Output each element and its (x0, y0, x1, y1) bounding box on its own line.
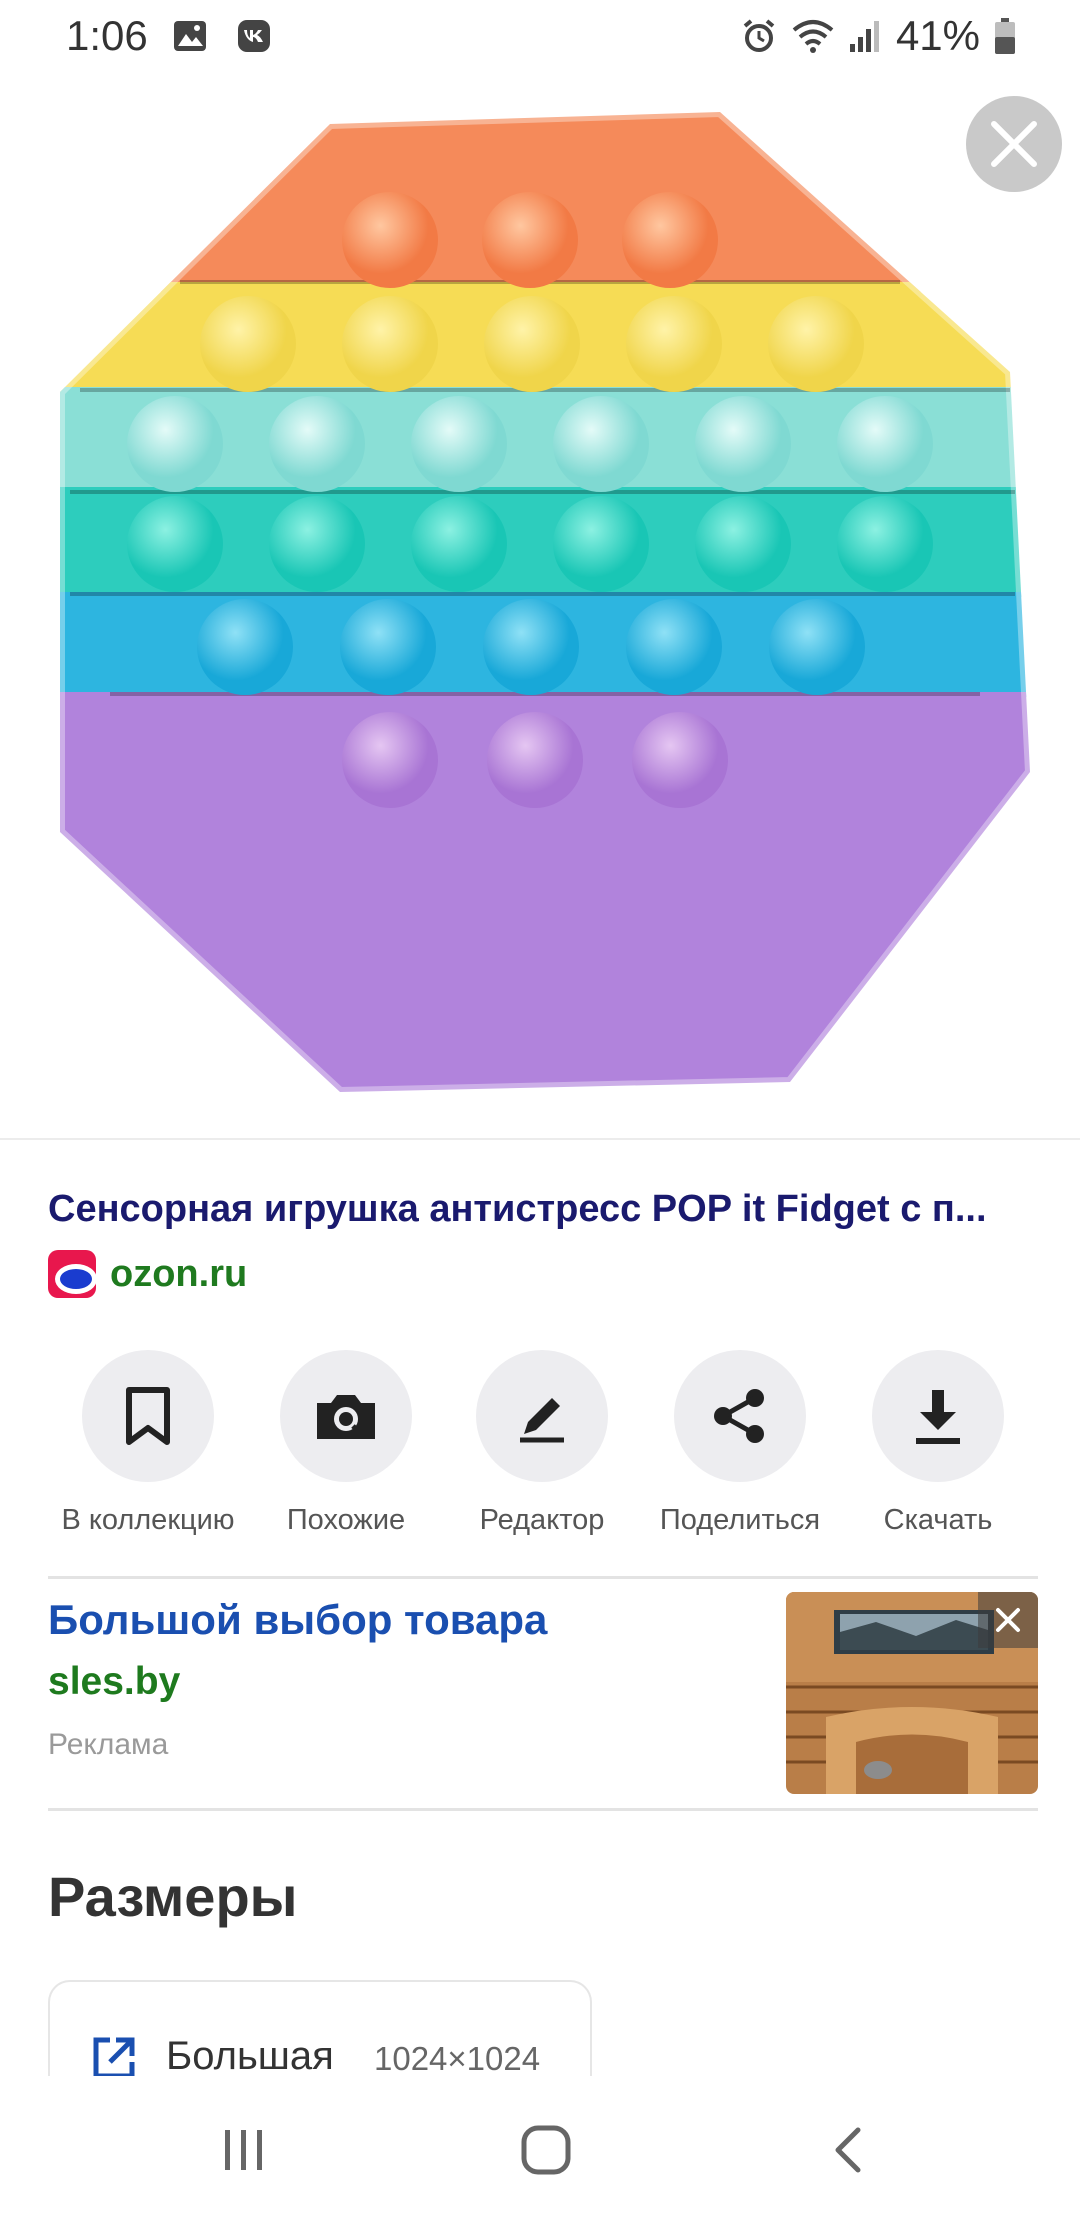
image-preview[interactable] (0, 72, 1080, 1138)
add-to-collection-button[interactable]: В коллекцию (48, 1350, 248, 1537)
signal-icon (849, 21, 879, 52)
result-title-link[interactable]: Сенсорная игрушка антистресс POP it Fidg… (48, 1188, 1038, 1231)
alarm-icon (743, 19, 775, 52)
ad-domain-link[interactable]: sles.by (48, 1660, 180, 1704)
editor-button[interactable]: Редактор (442, 1350, 642, 1537)
vk-icon (238, 20, 270, 52)
back-button[interactable] (798, 2120, 898, 2180)
home-icon (521, 2125, 571, 2175)
close-icon (996, 1608, 1020, 1632)
ad-image[interactable] (786, 1592, 1038, 1794)
result-source-link[interactable]: ozon.ru (48, 1250, 247, 1298)
close-icon (991, 121, 1037, 167)
action-label: Поделиться (659, 1504, 821, 1536)
ad-title-link[interactable]: Большой выбор товара (48, 1596, 547, 1644)
source-domain: ozon.ru (110, 1252, 248, 1295)
similar-button[interactable]: Похожие (246, 1350, 446, 1537)
action-circle (476, 1350, 608, 1482)
home-button[interactable] (496, 2120, 596, 2180)
status-time: 1:06 (66, 12, 148, 59)
wifi-icon (792, 20, 834, 53)
system-nav-bar (0, 2076, 1080, 2220)
back-icon (835, 2127, 861, 2173)
recent-apps-button[interactable] (194, 2120, 294, 2180)
action-label: В коллекцию (61, 1504, 235, 1536)
camera-search-icon (317, 1395, 375, 1439)
share-button[interactable]: Поделиться (640, 1350, 840, 1537)
action-label: Редактор (479, 1504, 605, 1536)
action-label: Скачать (883, 1504, 993, 1536)
download-button[interactable]: Скачать (838, 1350, 1038, 1537)
action-circle (82, 1350, 214, 1482)
pop-it-toy-image (55, 106, 1036, 1098)
pencil-icon (520, 1398, 564, 1443)
ozon-logo-icon (48, 1250, 97, 1298)
open-external-icon (93, 2037, 135, 2079)
status-system-icons: 41% (740, 12, 1016, 60)
battery-icon (995, 18, 1015, 54)
action-circle (280, 1350, 412, 1482)
size-name: Большая (166, 2034, 334, 2078)
divider (48, 1576, 1038, 1579)
gallery-icon (174, 21, 206, 51)
size-dimensions: 1024×1024 (374, 2040, 541, 2077)
action-bar: В коллекцию Похожие Редактор Поделиться … (0, 1350, 1080, 1536)
ad-close-button[interactable] (978, 1592, 1038, 1648)
divider (0, 1138, 1080, 1140)
battery-percent: 41% (895, 12, 980, 59)
status-bar: 1:06 41% (0, 0, 1080, 72)
download-icon (916, 1390, 960, 1444)
action-circle (674, 1350, 806, 1482)
share-icon (714, 1389, 764, 1443)
ad-label: Реклама (48, 1728, 169, 1761)
close-button[interactable] (966, 96, 1062, 192)
sizes-heading: Размеры (48, 1865, 298, 1928)
status-notification-icons (172, 18, 272, 54)
bookmark-icon (126, 1387, 170, 1445)
recent-apps-icon (225, 2130, 262, 2170)
action-circle (872, 1350, 1004, 1482)
divider (48, 1808, 1038, 1811)
action-label: Похожие (286, 1504, 406, 1536)
